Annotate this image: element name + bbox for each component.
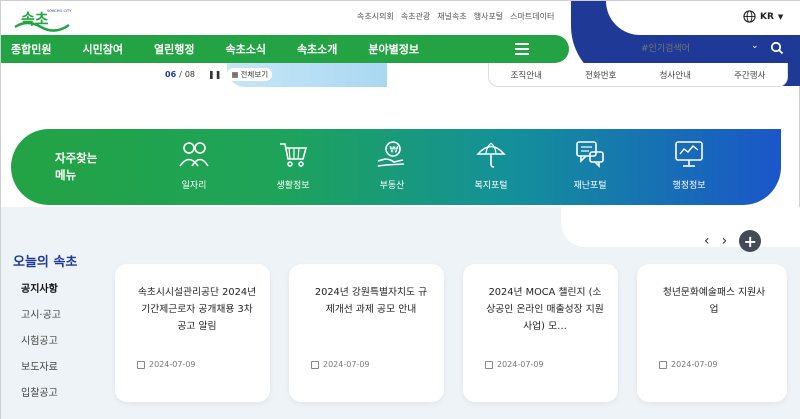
quick-tabs: 조직안내 전화번호 청사안내 주간행사 — [488, 63, 788, 87]
frequent-item-label: 일자리 — [181, 181, 207, 191]
notice-date-text: 2024-07-09 — [323, 360, 370, 369]
cart-icon — [280, 143, 308, 167]
frequent-item-label: 부동산 — [379, 181, 405, 191]
notice-card[interactable]: 2024년 MOCA 챌린지 (소상공인 온라인 매출성장 지원사업) 모… 2… — [463, 264, 618, 402]
search-input[interactable] — [641, 41, 751, 57]
frequent-item-jobs[interactable]: 일자리 — [159, 139, 229, 191]
prev-arrow-icon[interactable]: ‹ — [704, 233, 710, 249]
nav-item[interactable]: 시민참여 — [82, 41, 122, 57]
frequent-item-label: 재난포털 — [573, 181, 607, 191]
top-link[interactable]: 속초관광 — [401, 11, 430, 22]
svg-text:속초: 속초 — [21, 10, 49, 28]
globe-icon — [743, 10, 756, 23]
search-bar: ⌄ — [621, 37, 791, 61]
frequent-item-welfare[interactable]: 복지포털 — [456, 139, 526, 191]
chat-alert-icon — [576, 141, 604, 168]
svg-text:SOKCHO CITY: SOKCHO CITY — [47, 9, 72, 13]
calendar-icon — [311, 360, 319, 369]
people-icon — [179, 142, 209, 167]
nav-item[interactable]: 분야별정보 — [368, 41, 419, 57]
notice-title: 2024년 MOCA 챌린지 (소상공인 온라인 매출성장 지원사업) 모… — [486, 287, 604, 332]
umbrella-icon — [476, 142, 506, 168]
grid-icon: ▦ — [231, 69, 239, 79]
notice-card[interactable]: 속초시시설관리공단 2024년 기간제근로자 공개채용 3차 공고 알림 202… — [115, 264, 270, 402]
calendar-icon — [659, 360, 667, 369]
main-nav: 종합민원 시민참여 열린행정 속초소식 속초소개 분야별정보 — [1, 35, 569, 63]
card-controls: ‹ › + — [704, 230, 762, 252]
calendar-icon — [137, 360, 145, 369]
frequent-menu-title: 자주찾는 메뉴 — [55, 151, 98, 182]
nav-item[interactable]: 속초소개 — [297, 41, 337, 57]
frequent-item-label: 행정정보 — [672, 181, 706, 191]
chevron-down-icon[interactable]: ⌄ — [751, 41, 759, 51]
top-link[interactable]: 행사포털 — [474, 11, 503, 22]
category-item[interactable]: 보도자료 — [21, 359, 61, 385]
frequent-item-label: 복지포털 — [474, 181, 508, 191]
dashboard-icon — [675, 141, 703, 167]
notice-date: 2024-07-09 — [137, 360, 196, 369]
notice-date-text: 2024-07-09 — [149, 360, 196, 369]
next-arrow-icon[interactable]: › — [722, 233, 728, 249]
view-all-button[interactable]: ▦ 전체보기 — [227, 67, 273, 81]
calendar-icon — [485, 360, 493, 369]
top-link[interactable]: 속초시의회 — [357, 11, 394, 22]
search-icon[interactable] — [770, 41, 784, 55]
frequent-item-label: 생활정보 — [276, 181, 310, 191]
frequent-menu: 자주찾는 메뉴 일자리 생활정보 ₩ 부동산 복지포털 재난포털 행정정보 — [11, 129, 781, 205]
notice-date-text: 2024-07-09 — [671, 360, 718, 369]
notice-title: 청년문화예술패스 지원사업 — [662, 287, 766, 315]
frequent-item-disaster[interactable]: 재난포털 — [555, 139, 625, 191]
pager-total: 08 — [184, 69, 196, 79]
quick-tab[interactable]: 주간행사 — [734, 69, 765, 81]
view-all-label: 전체보기 — [240, 69, 269, 79]
top-link[interactable]: 스마트데이터 — [510, 11, 554, 22]
nav-item[interactable]: 열린행정 — [154, 41, 194, 57]
top-links: 속초시의회 속초관광 채널속초 행사포털 스마트데이터 — [357, 11, 554, 22]
category-list: 공지사항 고시·공고 시험공고 보도자료 입찰공고 — [21, 281, 61, 411]
frequent-item-life[interactable]: 생활정보 — [258, 139, 328, 191]
category-item[interactable]: 시험공고 — [21, 333, 61, 359]
notice-card[interactable]: 2024년 강원특별자치도 규제개선 과제 공모 안내 2024-07-09 — [289, 264, 444, 402]
menu-icon[interactable] — [515, 43, 529, 55]
frequent-item-admin[interactable]: 행정정보 — [654, 139, 724, 191]
notice-title: 2024년 강원특별자치도 규제개선 과제 공모 안내 — [314, 287, 428, 315]
logo-icon[interactable]: 속초 SOKCHO CITY — [13, 5, 73, 33]
notice-card[interactable]: 청년문화예술패스 지원사업 2024-07-09 — [637, 264, 787, 402]
notice-date: 2024-07-09 — [311, 360, 370, 369]
language-selector[interactable]: KR ▼ — [743, 10, 783, 23]
category-item[interactable]: 공지사항 — [21, 281, 61, 307]
nav-item[interactable]: 종합민원 — [11, 41, 51, 57]
quick-tab[interactable]: 조직안내 — [511, 69, 542, 81]
banner-pager: 06 / 08 ❚❚ ▦ 전체보기 — [158, 67, 273, 81]
money-hand-icon: ₩ — [377, 141, 405, 167]
more-button[interactable]: + — [739, 230, 762, 252]
section-title: 오늘의 속초 — [13, 255, 78, 270]
frequent-item-realestate[interactable]: ₩ 부동산 — [357, 139, 427, 191]
category-item[interactable]: 고시·공고 — [21, 307, 61, 333]
pager-current: 06 — [165, 69, 177, 79]
nav-item[interactable]: 속초소식 — [225, 41, 265, 57]
quick-tab[interactable]: 전화번호 — [585, 69, 616, 81]
notice-date: 2024-07-09 — [659, 360, 718, 369]
category-item[interactable]: 입찰공고 — [21, 385, 61, 411]
pause-icon[interactable]: ❚❚ — [208, 70, 221, 79]
notice-title: 속초시시설관리공단 2024년 기간제근로자 공개채용 3차 공고 알림 — [137, 287, 257, 332]
notice-date: 2024-07-09 — [485, 360, 544, 369]
pager-separator: / — [179, 69, 182, 79]
svg-text:₩: ₩ — [390, 146, 399, 156]
quick-tab[interactable]: 청사안내 — [660, 69, 691, 81]
chevron-down-icon: ▼ — [777, 12, 784, 21]
notice-date-text: 2024-07-09 — [497, 360, 544, 369]
language-label: KR — [760, 11, 774, 22]
top-link[interactable]: 채널속초 — [437, 11, 466, 22]
decorative-corner — [561, 207, 800, 247]
